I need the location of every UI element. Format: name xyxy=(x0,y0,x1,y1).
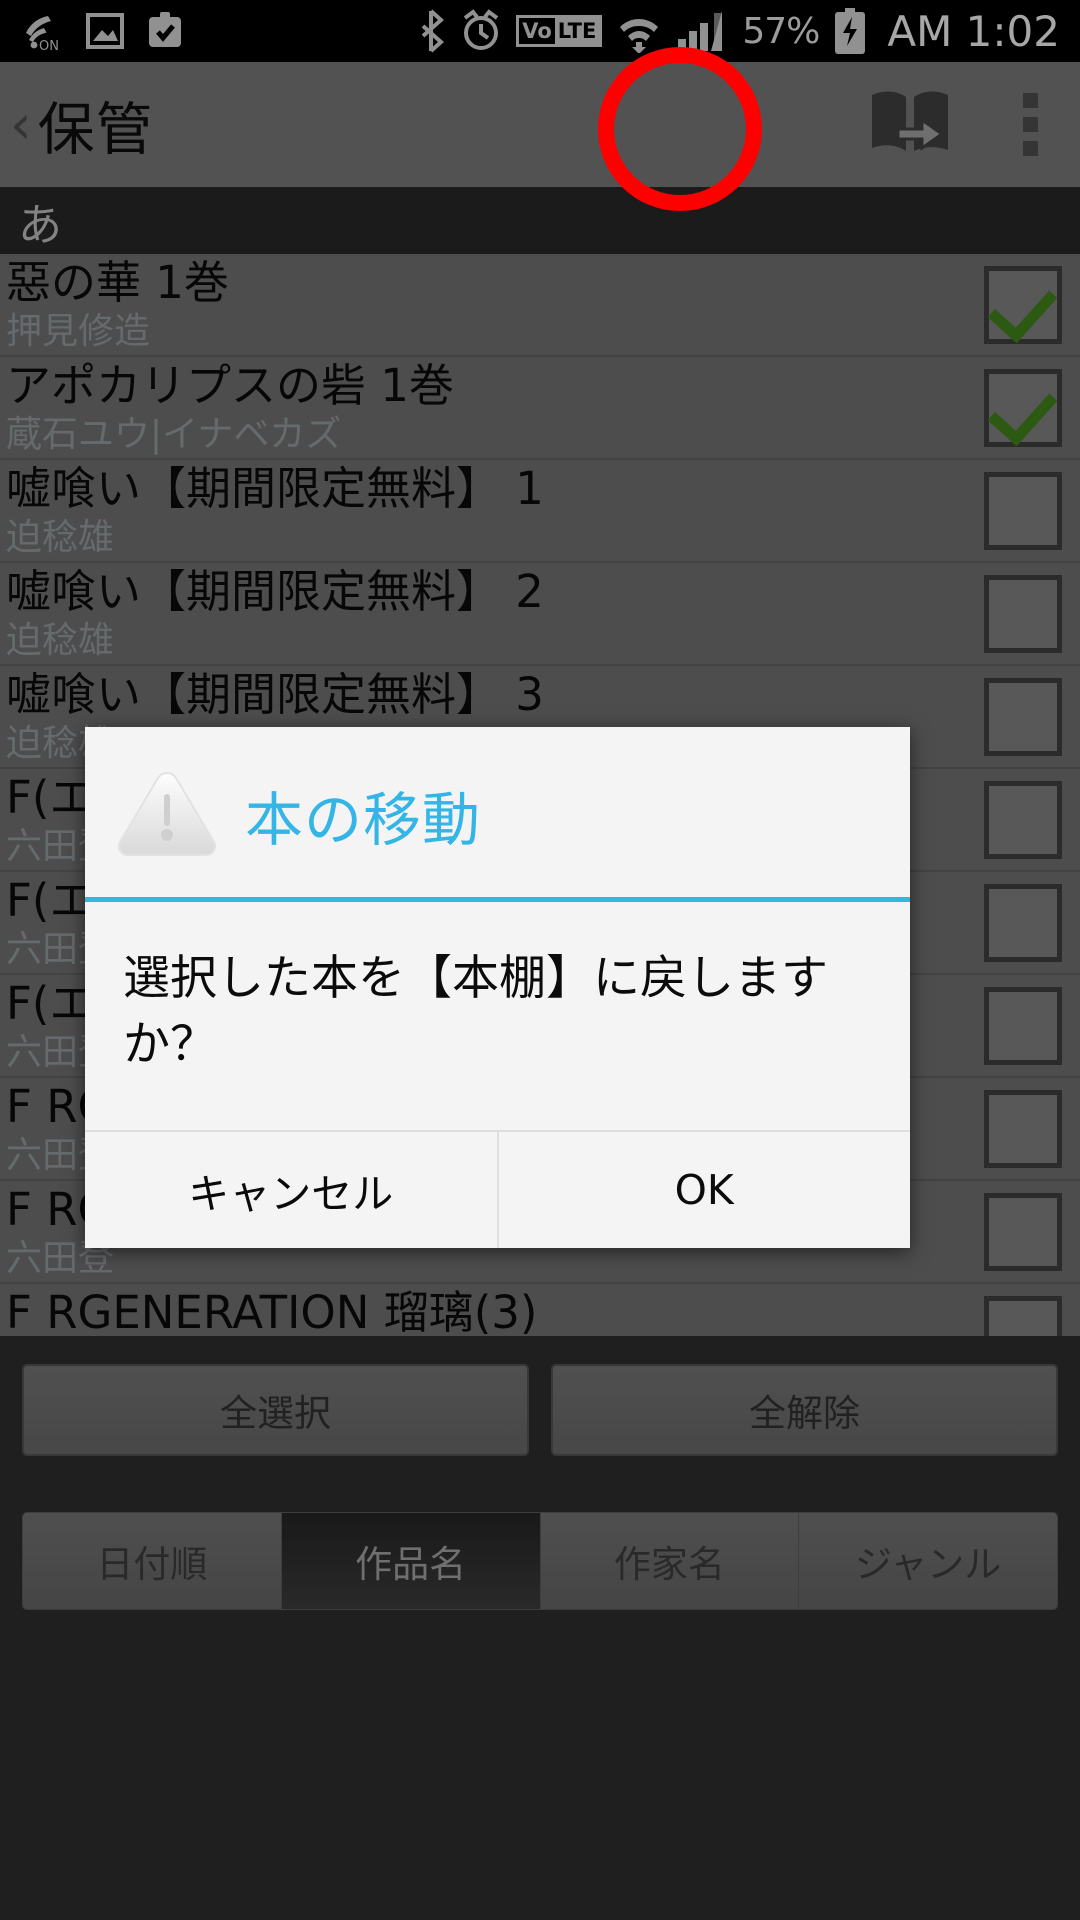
dialog-header: 本の移動 xyxy=(85,727,910,897)
dialog-message: 選択した本を【本棚】に戻しますか？ xyxy=(85,902,910,1132)
dialog-ok-button[interactable]: OK xyxy=(499,1132,911,1248)
dialog-buttons: キャンセル OK xyxy=(85,1132,910,1248)
dialog-cancel-button[interactable]: キャンセル xyxy=(85,1132,499,1248)
warning-triangle-icon xyxy=(115,767,219,863)
dialog-title: 本の移動 xyxy=(245,786,482,854)
phone-screen: ON Vo LTE 57% AM 1:02 ‹ 保管 あ 惡の華 1巻 押見修造… xyxy=(0,0,1080,1920)
move-book-dialog: 本の移動 選択した本を【本棚】に戻しますか？ キャンセル OK xyxy=(85,727,910,1248)
